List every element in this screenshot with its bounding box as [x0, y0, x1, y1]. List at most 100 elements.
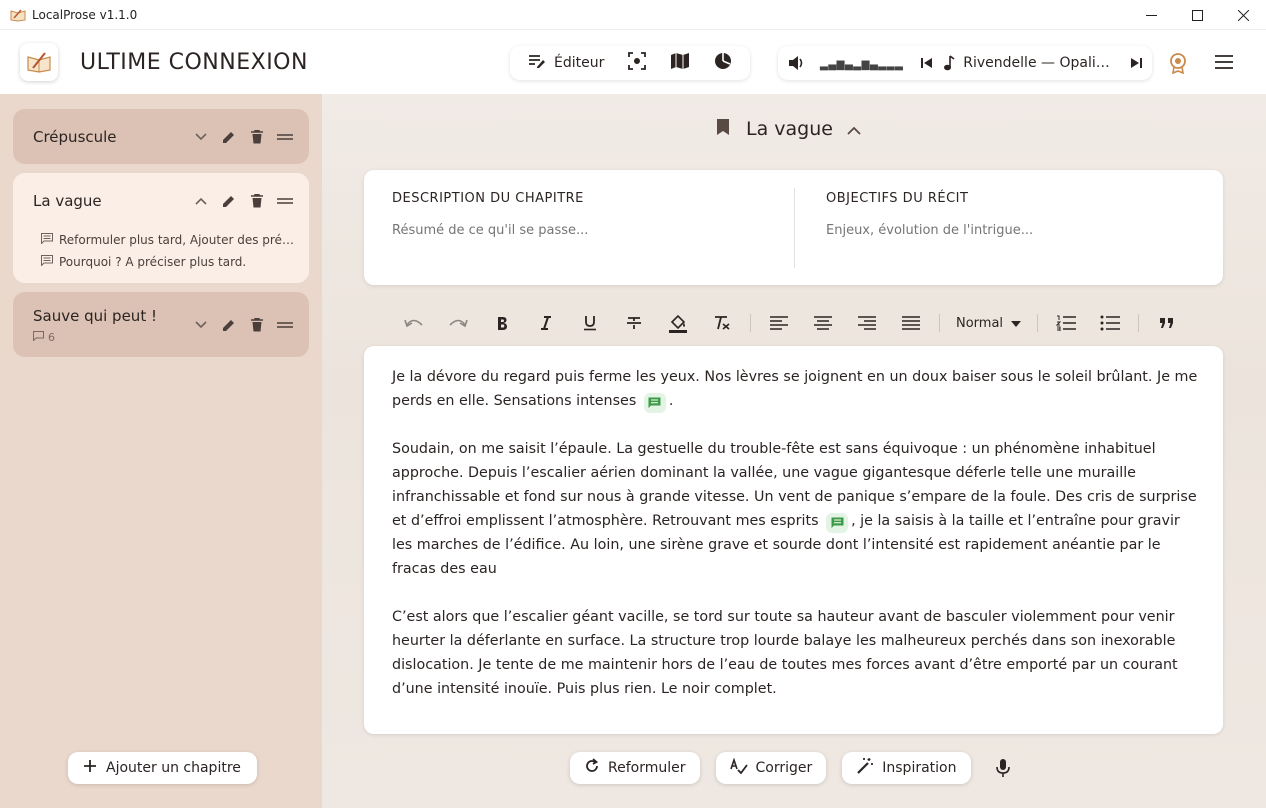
chapter-title: Sauve qui peut !: [33, 307, 157, 325]
add-chapter-button[interactable]: Ajouter un chapitre: [68, 752, 257, 784]
rephrase-button[interactable]: Reformuler: [570, 752, 700, 784]
app-logo-button[interactable]: [20, 43, 58, 81]
trash-icon[interactable]: [249, 317, 265, 333]
book-quill-icon: [27, 52, 51, 73]
align-right-button[interactable]: [845, 308, 889, 338]
view-mode-switcher: Éditeur: [510, 46, 751, 80]
comment-icon: [41, 255, 53, 269]
volume-icon[interactable]: [788, 55, 806, 71]
toolbar-divider: [750, 314, 751, 332]
bold-button[interactable]: [480, 308, 524, 338]
toolbar-divider: [1037, 314, 1039, 332]
minimize-button[interactable]: [1128, 0, 1174, 30]
chapter-note-count: 6: [33, 331, 55, 344]
window-title: LocalProse v1.1.0: [32, 7, 138, 22]
underline-button[interactable]: [568, 308, 612, 338]
comment-marker-icon[interactable]: [643, 393, 666, 413]
maximize-button[interactable]: [1174, 0, 1220, 30]
current-track-title: Rivendelle — Opaline Nocturne: [963, 55, 1116, 71]
chevron-up-icon[interactable]: [193, 193, 209, 209]
inspiration-label: Inspiration: [882, 760, 957, 776]
focus-icon: [628, 52, 647, 74]
drag-handle-icon[interactable]: [277, 193, 293, 209]
align-justify-button[interactable]: [889, 308, 933, 338]
story-objectives-section: OBJECTIFS DU RÉCIT: [798, 170, 1223, 285]
text-editor[interactable]: Je la dévore du regard puis ferme les ye…: [364, 346, 1223, 734]
drag-handle-icon[interactable]: [277, 129, 293, 145]
microphone-icon[interactable]: [987, 752, 1019, 784]
chapter-note-text: Reformuler plus tard, Ajouter des précis…: [59, 233, 299, 247]
edit-pencil-icon[interactable]: [221, 129, 237, 145]
spellcheck-icon: [729, 757, 748, 778]
trash-icon[interactable]: [249, 129, 265, 145]
chapter-description-input[interactable]: [392, 223, 752, 238]
main-editor-area: La vague DESCRIPTION DU CHAPITRE OBJECTI…: [322, 94, 1266, 808]
chapter-item-la-vague[interactable]: La vague Reformuler plus tard, Ajouter d…: [13, 173, 309, 283]
comment-icon: [33, 331, 44, 344]
paragraph-text: Je la dévore du regard puis ferme les ye…: [392, 369, 1198, 409]
redo-button[interactable]: [436, 308, 480, 338]
correct-button[interactable]: Corriger: [715, 752, 827, 784]
column-divider: [794, 188, 795, 268]
bullet-list-button[interactable]: [1088, 308, 1132, 338]
app-logo-icon: [10, 7, 26, 23]
audio-waveform: ▂▃▅▃▂▅▃▂▂▂: [820, 55, 904, 71]
hamburger-menu-icon[interactable]: [1214, 54, 1234, 74]
inspiration-button[interactable]: Inspiration: [842, 752, 971, 784]
edit-pencil-icon[interactable]: [221, 317, 237, 333]
window-titlebar: LocalProse v1.1.0: [0, 0, 1266, 30]
strikethrough-button[interactable]: [612, 308, 656, 338]
drag-handle-icon[interactable]: [277, 317, 293, 333]
plus-icon: [84, 760, 96, 776]
chapter-note-item[interactable]: Pourquoi ? A préciser plus tard.: [41, 255, 246, 269]
award-badge-icon[interactable]: [1168, 52, 1188, 78]
next-track-button[interactable]: [1130, 57, 1142, 69]
comment-marker-icon[interactable]: [826, 513, 849, 533]
caret-down-icon: [1011, 316, 1022, 331]
chevron-up-icon[interactable]: [847, 120, 861, 139]
editor-icon: [528, 53, 546, 73]
formatting-toolbar: Normal: [392, 308, 1192, 338]
mode-focus-button[interactable]: [616, 46, 658, 80]
chapter-title: Crépuscule: [33, 128, 117, 146]
paragraph-text: .: [668, 393, 674, 409]
editor-paragraph: C’est alors que l’escalier géant vacille…: [392, 605, 1202, 701]
chapter-meta-card: DESCRIPTION DU CHAPITRE OBJECTIFS DU RÉC…: [364, 170, 1223, 285]
chevron-down-icon[interactable]: [193, 317, 209, 333]
ordered-list-button[interactable]: [1044, 308, 1088, 338]
chapter-item-sauve-qui-peut[interactable]: Sauve qui peut ! 6: [13, 292, 309, 357]
italic-button[interactable]: [524, 308, 568, 338]
toolbar-divider: [939, 314, 940, 332]
music-player: ▂▃▅▃▂▅▃▂▂▂ Rivendelle — Opaline Nocturne: [778, 46, 1152, 80]
magic-wand-icon: [856, 757, 874, 779]
mode-editor-button[interactable]: Éditeur: [516, 46, 616, 80]
edit-pencil-icon[interactable]: [221, 193, 237, 209]
chapter-header[interactable]: La vague: [716, 118, 861, 140]
chapter-note-text: Pourquoi ? A préciser plus tard.: [59, 255, 247, 269]
chapter-heading-title: La vague: [746, 118, 833, 140]
rephrase-label: Reformuler: [608, 760, 686, 776]
editor-paragraph: Soudain, on me saisit l’épaule. La gestu…: [392, 437, 1202, 581]
editor-content[interactable]: Je la dévore du regard puis ferme les ye…: [392, 365, 1202, 725]
previous-track-button[interactable]: [921, 57, 933, 69]
toolbar-divider: [1138, 314, 1140, 332]
chapter-description-section: DESCRIPTION DU CHAPITRE: [364, 170, 794, 285]
align-left-button[interactable]: [757, 308, 801, 338]
story-objectives-input[interactable]: [826, 223, 1186, 238]
clear-format-button[interactable]: [700, 308, 744, 338]
ai-actions-bar: Reformuler Corriger Inspiration: [570, 752, 1019, 784]
blockquote-button[interactable]: [1145, 308, 1189, 338]
chevron-down-icon[interactable]: [193, 129, 209, 145]
mode-map-button[interactable]: [658, 46, 702, 80]
chapter-item-crepuscule[interactable]: Crépuscule: [13, 109, 309, 164]
chapter-note-item[interactable]: Reformuler plus tard, Ajouter des précis…: [41, 233, 299, 247]
highlight-color-button[interactable]: [656, 308, 700, 338]
paragraph-style-select[interactable]: Normal: [946, 308, 1031, 338]
undo-button[interactable]: [392, 308, 436, 338]
mode-stats-button[interactable]: [702, 46, 744, 80]
trash-icon[interactable]: [249, 193, 265, 209]
close-window-button[interactable]: [1220, 0, 1266, 30]
app-header: ULTIME CONNEXION Éditeur ▂▃▅▃▂▅▃▂▂▂ Rive…: [0, 30, 1266, 94]
note-count-value: 6: [48, 331, 55, 344]
align-center-button[interactable]: [801, 308, 845, 338]
